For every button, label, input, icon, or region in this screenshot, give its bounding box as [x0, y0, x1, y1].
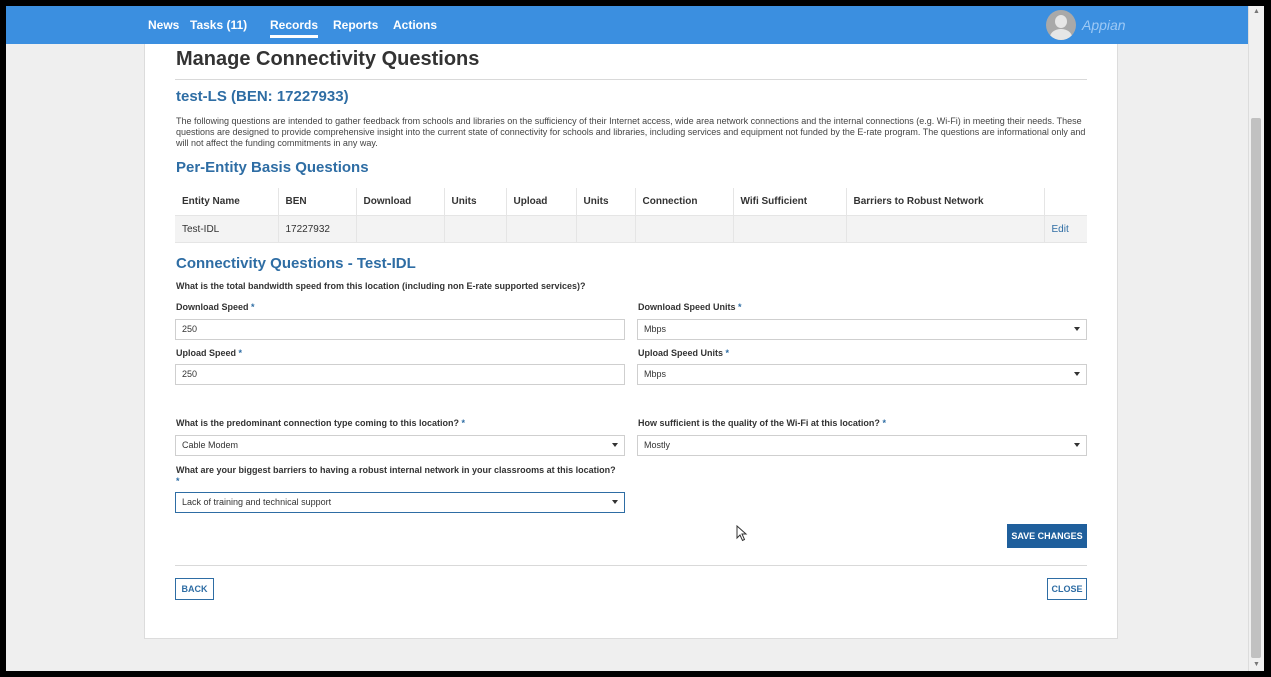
column-header-units[interactable]: Units	[443, 188, 507, 216]
barriers-label: What are your biggest barriers to having…	[176, 465, 616, 487]
wifi-quality-value: Mostly	[644, 440, 671, 450]
download-units-label: Download Speed Units *	[638, 302, 742, 313]
upload-speed-value: 250	[182, 369, 198, 379]
upload-speed-label-text: Upload Speed	[176, 348, 237, 358]
browser-viewport: News Tasks (11) Records Reports Actions …	[6, 6, 1248, 671]
upload-units-value: Mbps	[644, 369, 667, 379]
download-units-label-text: Download Speed Units	[638, 302, 736, 312]
column-header-download[interactable]: Download	[355, 188, 445, 216]
download-speed-label-text: Download Speed	[176, 302, 249, 312]
back-button[interactable]: BACK	[175, 578, 214, 600]
scrollbar-thumb[interactable]	[1251, 118, 1261, 658]
appian-logo: Appian	[1082, 17, 1126, 33]
barriers-value: Lack of training and technical support	[182, 497, 332, 507]
column-header-wifi-sufficient[interactable]: Wifi Sufficient	[732, 188, 847, 216]
cell-upload	[505, 215, 577, 243]
wifi-quality-select[interactable]: Mostly	[637, 435, 1087, 456]
top-navigation-bar: News Tasks (11) Records Reports Actions …	[6, 6, 1248, 44]
bandwidth-question: What is the total bandwidth speed from t…	[176, 281, 586, 291]
barriers-select[interactable]: Lack of training and technical support	[175, 492, 625, 513]
column-header-units[interactable]: Units	[575, 188, 636, 216]
required-marker: *	[738, 302, 742, 312]
save-changes-button[interactable]: SAVE CHANGES	[1007, 524, 1087, 548]
table-row: Test-IDL 17227932 Edit	[175, 215, 1087, 243]
cell-ben: 17227932	[277, 215, 357, 243]
download-units-value: Mbps	[644, 324, 667, 334]
required-marker: *	[882, 418, 886, 428]
per-entity-table: Entity Name BEN Download Units Upload Un…	[175, 188, 1087, 243]
page-title: Manage Connectivity Questions	[176, 48, 480, 70]
nav-tasks[interactable]: Tasks (11)	[190, 18, 247, 32]
scroll-up-icon[interactable]: ▲	[1249, 6, 1264, 18]
entity-title: test-LS (BEN: 17227933)	[176, 88, 349, 105]
per-entity-section-title: Per-Entity Basis Questions	[176, 159, 369, 176]
connection-type-label: What is the predominant connection type …	[176, 418, 465, 429]
avatar-head-shape	[1055, 15, 1067, 28]
vertical-scrollbar[interactable]: ▲ ▼	[1248, 6, 1264, 671]
connectivity-section-title: Connectivity Questions - Test-IDL	[176, 255, 416, 272]
connection-type-label-text: What is the predominant connection type …	[176, 418, 460, 428]
close-button[interactable]: CLOSE	[1047, 578, 1087, 600]
cell-download	[355, 215, 445, 243]
chevron-down-icon	[612, 500, 618, 504]
column-header-entity-name[interactable]: Entity Name	[175, 188, 279, 216]
cell-barriers	[845, 215, 1045, 243]
cell-connection	[634, 215, 734, 243]
barriers-label-text: What are your biggest barriers to having…	[176, 465, 616, 475]
chevron-down-icon	[1074, 443, 1080, 447]
nav-news[interactable]: News	[148, 18, 179, 32]
title-divider	[175, 79, 1087, 80]
chevron-down-icon	[1074, 372, 1080, 376]
wifi-quality-label-text: How sufficient is the quality of the Wi-…	[638, 418, 880, 428]
download-speed-input[interactable]: 250	[175, 319, 625, 340]
upload-speed-label: Upload Speed *	[176, 348, 242, 359]
upload-units-select[interactable]: Mbps	[637, 364, 1087, 385]
cell-units	[443, 215, 507, 243]
nav-actions[interactable]: Actions	[393, 18, 437, 32]
cell-units	[575, 215, 636, 243]
upload-units-label: Upload Speed Units *	[638, 348, 729, 359]
connection-type-select[interactable]: Cable Modem	[175, 435, 625, 456]
column-header-barriers[interactable]: Barriers to Robust Network	[845, 188, 1045, 216]
connection-type-value: Cable Modem	[182, 440, 239, 450]
mouse-pointer-icon	[736, 525, 748, 542]
column-header-action	[1043, 188, 1087, 216]
column-header-connection[interactable]: Connection	[634, 188, 734, 216]
upload-speed-input[interactable]: 250	[175, 364, 625, 385]
cell-action: Edit	[1043, 215, 1087, 243]
scroll-down-icon[interactable]: ▼	[1249, 659, 1264, 671]
upload-units-label-text: Upload Speed Units	[638, 348, 724, 358]
column-header-ben[interactable]: BEN	[277, 188, 357, 216]
table-header-row: Entity Name BEN Download Units Upload Un…	[175, 188, 1087, 216]
user-avatar[interactable]	[1046, 10, 1076, 40]
column-header-upload[interactable]: Upload	[505, 188, 577, 216]
required-marker: *	[238, 348, 243, 358]
required-marker: *	[725, 348, 730, 358]
chevron-down-icon	[1074, 327, 1080, 331]
footer-divider	[175, 565, 1087, 566]
required-marker: *	[251, 302, 255, 312]
cell-wifi	[732, 215, 847, 243]
chevron-down-icon	[612, 443, 618, 447]
required-marker: *	[461, 418, 466, 428]
intro-text: The following questions are intended to …	[176, 116, 1086, 148]
edit-link[interactable]: Edit	[1052, 224, 1069, 235]
nav-reports[interactable]: Reports	[333, 18, 378, 32]
wifi-quality-label: How sufficient is the quality of the Wi-…	[638, 418, 886, 429]
main-card: Manage Connectivity Questions test-LS (B…	[144, 44, 1118, 639]
download-speed-value: 250	[182, 324, 198, 334]
avatar-body-shape	[1050, 29, 1072, 40]
cell-entity-name: Test-IDL	[175, 215, 279, 243]
required-marker: *	[176, 476, 180, 486]
nav-records[interactable]: Records	[270, 18, 319, 38]
download-units-select[interactable]: Mbps	[637, 319, 1087, 340]
download-speed-label: Download Speed *	[176, 302, 255, 313]
